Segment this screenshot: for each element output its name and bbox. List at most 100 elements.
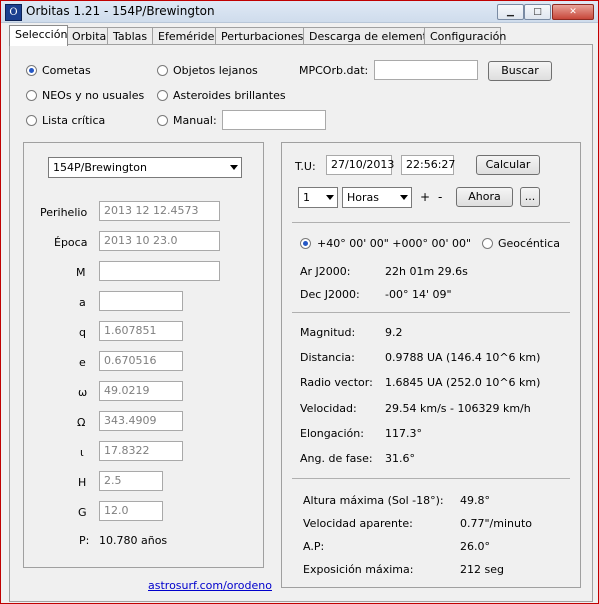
label-lista-critica: Lista crítica <box>42 114 106 127</box>
epoca-label: Época <box>54 236 88 249</box>
velocidad-label: Velocidad: <box>300 402 357 415</box>
altura-value: 49.8° <box>460 494 490 507</box>
seleccion-page: Cometas NEOs y no usuales Lista crítica … <box>9 44 593 602</box>
radio-vector-value: 1.6845 UA (252.0 10^6 km) <box>385 376 541 389</box>
magnitud-value: 9.2 <box>385 326 403 339</box>
ar-label: Ar J2000: <box>300 265 351 278</box>
label-manual: Manual: <box>173 114 217 127</box>
radio-geocentrica[interactable] <box>482 238 493 249</box>
radio-vector-label: Radio vector: <box>300 376 373 389</box>
unit-select[interactable]: Horas <box>342 187 412 208</box>
fase-label: Ang. de fase: <box>300 452 373 465</box>
mpcorb-label: MPCOrb.dat: <box>299 64 369 77</box>
radio-lista-critica[interactable] <box>26 115 37 126</box>
website-link[interactable]: astrosurf.com/orodeno <box>148 579 272 592</box>
tab-configuracion[interactable]: Configuración <box>424 27 506 45</box>
exposicion-label: Exposición máxima: <box>303 563 414 576</box>
tab-descarga[interactable]: Descarga de elementos <box>303 27 439 45</box>
maximize-button[interactable]: □ <box>524 4 551 20</box>
q-field[interactable]: 1.607851 <box>99 321 183 341</box>
magnitud-label: Magnitud: <box>300 326 356 339</box>
separator <box>292 222 570 223</box>
date-field[interactable]: 27/10/2013 <box>326 155 394 175</box>
minus-step[interactable]: - <box>438 190 442 204</box>
exposicion-value: 212 seg <box>460 563 504 576</box>
object-select-value: 154P/Brewington <box>53 161 147 174</box>
radio-asteroides-brillantes[interactable] <box>157 90 168 101</box>
more-button[interactable]: ... <box>520 187 540 207</box>
separator <box>292 478 570 479</box>
node-label: Ω <box>77 416 86 429</box>
radio-neos[interactable] <box>26 90 37 101</box>
h-label: H <box>78 476 87 489</box>
dec-value: -00° 14' 09" <box>385 288 452 301</box>
q-label: q <box>79 326 86 339</box>
perihelio-field[interactable]: 2013 12 12.4573 <box>99 201 220 221</box>
omega-field[interactable]: 49.0219 <box>99 381 183 401</box>
velocidad-aparente-label: Velocidad aparente: <box>303 517 413 530</box>
label-asteroides-brillantes: Asteroides brillantes <box>173 89 286 102</box>
tab-perturbaciones[interactable]: Perturbaciones <box>215 27 305 45</box>
node-field[interactable]: 343.4909 <box>99 411 183 431</box>
radio-location[interactable] <box>300 238 311 249</box>
manual-input[interactable] <box>222 110 326 130</box>
ar-value: 22h 01m 29.6s <box>385 265 468 278</box>
radio-cometas[interactable] <box>26 65 37 76</box>
elements-panel: 154P/Brewington Perihelio 2013 12 12.457… <box>23 142 264 568</box>
g-field[interactable]: 12.0 <box>99 501 163 521</box>
elongacion-label: Elongación: <box>300 427 364 440</box>
app-window: O Orbitas 1.21 - 154P/Brewington ▁ □ ✕ S… <box>0 0 599 604</box>
e-field[interactable]: 0.670516 <box>99 351 183 371</box>
dec-label: Dec J2000: <box>300 288 360 301</box>
app-icon: O <box>5 4 22 21</box>
tab-orbita[interactable]: Orbita <box>66 27 109 45</box>
a-field[interactable] <box>99 291 183 311</box>
chevron-down-icon[interactable] <box>326 195 334 200</box>
step-select-value: 1 <box>303 191 310 204</box>
radio-manual[interactable] <box>157 115 168 126</box>
time-field[interactable]: 22:56:27 <box>401 155 455 175</box>
label-objetos-lejanos: Objetos lejanos <box>173 64 258 77</box>
m-label: M <box>76 266 86 279</box>
epoca-field[interactable]: 2013 10 23.0 <box>99 231 220 251</box>
perihelio-label: Perihelio <box>40 206 88 219</box>
distancia-value: 0.9788 UA (146.4 10^6 km) <box>385 351 541 364</box>
chevron-down-icon[interactable] <box>230 165 238 170</box>
label-cometas: Cometas <box>42 64 91 77</box>
ephemeris-panel: T.U: 27/10/2013 22:56:27 Calcular 1 Hora… <box>281 142 581 588</box>
tab-tablas[interactable]: Tablas <box>107 27 154 45</box>
tu-label: T.U: <box>295 160 316 173</box>
a-label: a <box>79 296 86 309</box>
distancia-label: Distancia: <box>300 351 355 364</box>
location-coords: +40° 00' 00" +000° 00' 00" <box>317 237 472 250</box>
velocidad-aparente-value: 0.77"/minuto <box>460 517 533 530</box>
separator <box>292 312 570 313</box>
object-select[interactable]: 154P/Brewington <box>48 157 242 178</box>
m-field[interactable] <box>99 261 220 281</box>
minimize-button[interactable]: ▁ <box>497 4 524 20</box>
inclination-label: ι <box>80 446 84 459</box>
period-label: P: <box>79 534 90 547</box>
chevron-down-icon[interactable] <box>400 195 408 200</box>
h-field[interactable]: 2.5 <box>99 471 163 491</box>
step-select[interactable]: 1 <box>298 187 338 208</box>
title-bar: O Orbitas 1.21 - 154P/Brewington ▁ □ ✕ <box>1 1 598 23</box>
elongacion-value: 117.3° <box>385 427 422 440</box>
mpcorb-input[interactable] <box>374 60 478 80</box>
tab-seleccion[interactable]: Selección <box>9 25 68 46</box>
buscar-button[interactable]: Buscar <box>488 61 552 81</box>
calcular-button[interactable]: Calcular <box>476 155 540 175</box>
plus-step[interactable]: + <box>420 190 430 204</box>
window-title: Orbitas 1.21 - 154P/Brewington <box>26 4 215 18</box>
altura-label: Altura máxima (Sol -18°): <box>303 494 444 507</box>
label-neos: NEOs y no usuales <box>42 89 145 102</box>
tab-efemerides[interactable]: Efemérides <box>152 27 220 45</box>
radio-objetos-lejanos[interactable] <box>157 65 168 76</box>
inclination-field[interactable]: 17.8322 <box>99 441 183 461</box>
ap-value: 26.0° <box>460 540 490 553</box>
ahora-button[interactable]: Ahora <box>456 187 513 207</box>
unit-select-value: Horas <box>347 191 379 204</box>
g-label: G <box>78 506 87 519</box>
ap-label: A.P: <box>303 540 325 553</box>
close-button[interactable]: ✕ <box>552 4 594 20</box>
